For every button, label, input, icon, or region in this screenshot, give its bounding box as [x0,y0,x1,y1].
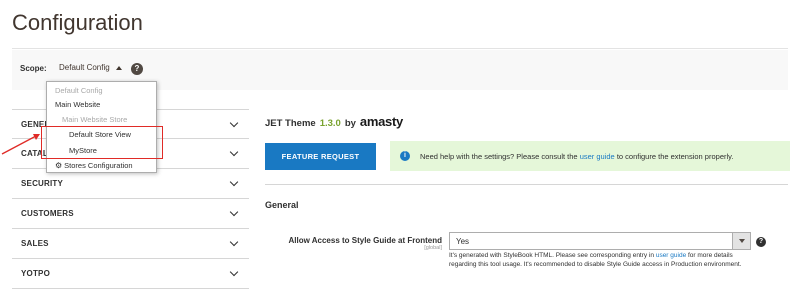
chevron-down-icon [229,177,239,187]
style-guide-select[interactable]: Yes [449,232,751,250]
caret-up-icon [115,65,122,70]
title-divider [12,48,788,49]
scope-label: Scope: [20,64,47,73]
sidebar-item-label: SALES [21,239,49,248]
field-scope-badge: [global] [424,245,442,251]
sidebar-item-label: SECURITY [21,179,64,188]
section-divider [265,184,788,185]
feature-request-button[interactable]: FEATURE REQUEST [265,143,376,170]
field-help-icon[interactable]: ? [756,237,766,247]
select-arrow [732,233,750,249]
sidebar-item-security[interactable]: SECURITY [12,169,249,199]
extension-title: JET Theme 1.3.0 by amasty [265,114,403,129]
help-notice: i Need help with the settings? Please co… [390,141,790,171]
chevron-down-icon [229,207,239,217]
annotation-arrow-icon [1,134,40,155]
section-title-general[interactable]: General [265,200,299,210]
scope-current-value: Default Config [59,63,110,72]
chevron-down-icon [229,237,239,247]
gear-icon: ⚙ [55,161,63,170]
info-icon: i [400,151,410,161]
dropdown-item-default-config: Default Config [55,86,103,95]
sidebar-item-yotpo[interactable]: YOTPO [12,259,249,289]
extension-name: JET Theme [265,118,316,129]
sidebar-item-customers[interactable]: CUSTOMERS [12,199,249,229]
sidebar-item-label: YOTPO [21,269,51,278]
sidebar-item-sales[interactable]: SALES [12,229,249,259]
dropdown-item-main-website[interactable]: Main Website [55,100,100,109]
notice-text-after: to configure the extension properly. [616,151,734,161]
field-note-user-guide-link[interactable]: user guide [656,252,686,259]
sidebar-item-label: CUSTOMERS [21,209,74,218]
amasty-logo: amasty [359,114,403,129]
chevron-down-icon [229,267,239,277]
field-label-style-guide: Allow Access to Style Guide at Frontend [288,236,442,245]
dropdown-item-stores-configuration[interactable]: ⚙ Stores Configuration [55,161,133,170]
dropdown-item-label: Stores Configuration [64,161,133,170]
notice-text: Need help with the settings? Please cons… [420,152,733,161]
help-icon[interactable]: ? [131,63,143,75]
annotation-highlight-box [41,126,163,159]
scope-switcher-button[interactable]: Default Config [59,63,122,72]
dropdown-item-main-website-store: Main Website Store [62,115,128,124]
notice-text-before: Need help with the settings? Please cons… [420,151,578,161]
field-note: It's generated with StyleBook HTML. Plea… [449,252,754,269]
extension-by: by [344,118,356,129]
page-title: Configuration [12,10,143,35]
chevron-down-icon [229,118,239,127]
extension-version: 1.3.0 [319,118,341,129]
chevron-down-icon [738,239,745,243]
user-guide-link[interactable]: user guide [580,152,615,161]
chevron-down-icon [229,147,239,157]
field-note-before: It's generated with StyleBook HTML. Plea… [449,252,655,259]
select-value: Yes [456,236,470,246]
